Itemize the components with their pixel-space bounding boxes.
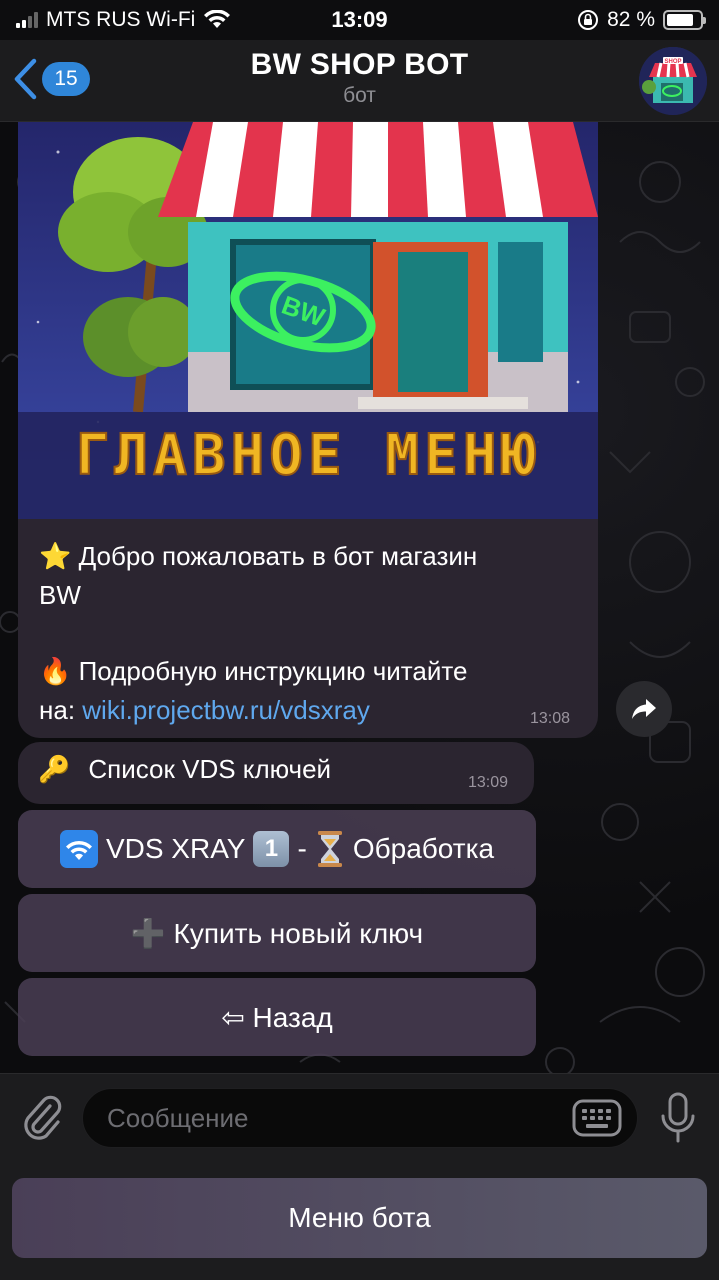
fire-icon: 🔥 [39, 657, 72, 687]
bot-keyboard-icon[interactable] [572, 1099, 622, 1137]
keycap-number: 1 [264, 835, 279, 862]
bot-menu-button[interactable]: Меню бота [12, 1178, 707, 1258]
buy-new-key-label: ➕ Купить новый ключ [130, 917, 424, 949]
star-icon: ⭐ [39, 542, 72, 572]
chat-header: 15 BW SHOP BOT бот SHOP [0, 40, 719, 122]
vds-keys-message-bubble: 🔑 Список VDS ключей 13:09 [18, 742, 534, 804]
welcome-line-2: BW [39, 580, 81, 610]
message-input-bar: Сообщение [0, 1073, 719, 1159]
battery-icon [663, 10, 706, 30]
message-time: 13:08 [530, 710, 571, 727]
keycap-one-icon: 1 [253, 831, 290, 867]
back-keyboard-button[interactable]: ⇦ Назад [18, 978, 536, 1056]
microphone-icon[interactable] [658, 1092, 698, 1144]
welcome-message-bubble: BW ГЛАВНОЕ МЕНЮ ⭐ Добро пожаловать в бот… [18, 122, 598, 738]
message-input-placeholder: Сообщение [107, 1102, 249, 1133]
back-keyboard-label: ⇦ Назад [221, 1001, 333, 1033]
key-icon: 🔑 [38, 754, 71, 785]
carrier-label: MTS RUS Wi-Fi [46, 8, 196, 31]
wifi-emoji-icon [59, 830, 98, 868]
chat-title: BW SHOP BOT [250, 48, 469, 81]
message-input[interactable]: Сообщение [82, 1088, 638, 1148]
status-bar: MTS RUS Wi-Fi 13:09 82 % [0, 0, 719, 40]
instruction-line-1: Подробную инструкцию читайте [78, 656, 468, 686]
bot-menu-label: Меню бота [288, 1202, 431, 1233]
bot-avatar[interactable]: SHOP [639, 47, 707, 115]
main-menu-banner[interactable]: BW ГЛАВНОЕ МЕНЮ [18, 122, 598, 519]
wifi-icon [204, 10, 231, 28]
share-arrow-icon [632, 699, 656, 719]
hourglass-icon [317, 831, 342, 867]
avatar-shop-sign: SHOP [664, 59, 681, 65]
welcome-message-text: ⭐ Добро пожаловать в бот магазин BW 🔥 По… [18, 519, 598, 729]
vds-xray-key-button[interactable]: VDS XRAY 1 - Обработка [18, 810, 536, 888]
bot-menu-area: Меню бота [0, 1159, 719, 1280]
chat-title-block[interactable]: BW SHOP BOT бот [0, 48, 719, 108]
vds-xray-label: VDS XRAY [105, 833, 246, 864]
vds-status-label: Обработка [352, 833, 495, 864]
vds-keys-title: Список VDS ключей [88, 754, 332, 784]
vds-separator: - [297, 833, 307, 864]
battery-percent: 82 % [607, 8, 655, 31]
wiki-link[interactable]: wiki.projectbw.ru/vdsxray [82, 695, 370, 725]
buy-new-key-button[interactable]: ➕ Купить новый ключ [18, 894, 536, 972]
cell-signal-icon [16, 12, 38, 28]
welcome-line-1: Добро пожаловать в бот магазин [78, 541, 478, 571]
keys-message-time: 13:09 [468, 774, 509, 791]
paperclip-icon[interactable] [20, 1092, 64, 1142]
chat-subtitle: бот [343, 84, 376, 107]
banner-caption: ГЛАВНОЕ МЕНЮ [76, 423, 541, 488]
shop-illustration: BW ГЛАВНОЕ МЕНЮ [18, 122, 598, 519]
forward-button[interactable] [616, 681, 672, 737]
orientation-lock-icon [578, 10, 599, 30]
instruction-prefix: на: [39, 695, 76, 725]
